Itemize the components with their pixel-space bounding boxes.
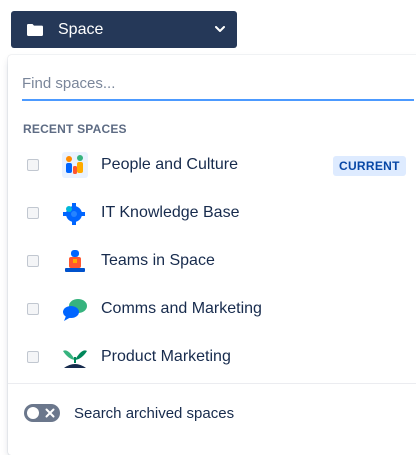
space-row-people-and-culture[interactable]: People and Culture CURRENT: [8, 141, 416, 189]
archived-toggle-row: Search archived spaces: [24, 404, 234, 422]
space-row-comms-and-marketing[interactable]: Comms and Marketing: [8, 285, 416, 333]
archived-toggle[interactable]: [24, 404, 60, 422]
space-row-teams-in-space[interactable]: Teams in Space: [8, 237, 416, 285]
folder-icon: [27, 23, 43, 36]
space-checkbox[interactable]: [27, 207, 39, 219]
sprout-icon: [63, 350, 87, 368]
space-checkbox[interactable]: [27, 351, 39, 363]
space-name: Product Marketing: [101, 348, 231, 365]
astronaut-icon: [65, 250, 85, 272]
gear-icon: [63, 203, 85, 225]
space-dropdown-button[interactable]: Space: [11, 11, 237, 48]
space-name: Teams in Space: [101, 252, 215, 269]
current-badge: CURRENT: [333, 156, 406, 176]
toggle-knob: [27, 407, 39, 419]
space-checkbox[interactable]: [27, 159, 39, 171]
space-name: Comms and Marketing: [101, 300, 262, 317]
space-checkbox[interactable]: [27, 255, 39, 267]
space-row-product-marketing[interactable]: Product Marketing: [8, 333, 416, 381]
section-title: RECENT SPACES: [23, 122, 127, 136]
people-and-culture-icon: [62, 152, 88, 178]
chevron-down-icon: [215, 26, 225, 32]
space-row-it-knowledge-base[interactable]: IT Knowledge Base: [8, 189, 416, 237]
search-input[interactable]: [22, 67, 414, 101]
space-checkbox[interactable]: [27, 303, 39, 315]
space-list: People and Culture CURRENT IT Knowledge …: [8, 141, 416, 381]
divider: [8, 383, 416, 384]
space-button-label: Space: [58, 20, 104, 38]
spaces-dropdown: RECENT SPACES People and Culture CURRENT: [8, 55, 416, 455]
space-name: IT Knowledge Base: [101, 204, 240, 221]
archived-label: Search archived spaces: [74, 404, 235, 422]
space-name: People and Culture: [101, 156, 238, 173]
speech-bubble-icon: [63, 299, 87, 321]
close-icon: [45, 408, 55, 418]
